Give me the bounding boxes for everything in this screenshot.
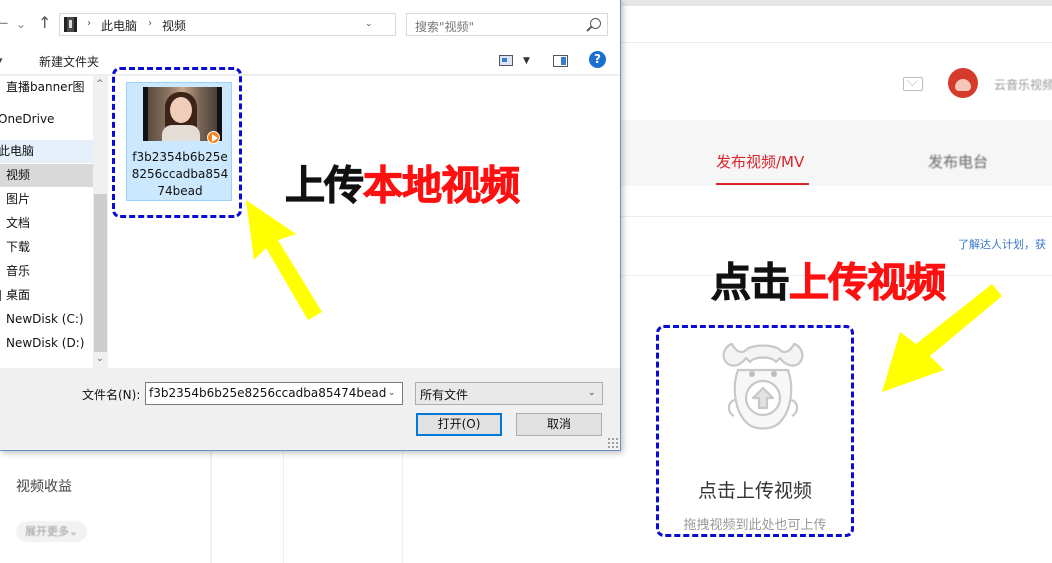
chevron-down-icon[interactable]: ▼ xyxy=(523,56,530,66)
upload-mascot-icon[interactable] xyxy=(718,336,808,432)
column-divider xyxy=(283,450,284,563)
search-input[interactable]: 搜索"视频" xyxy=(406,13,608,36)
resize-grip[interactable] xyxy=(607,437,618,448)
breadcrumb-videos[interactable]: 视频 xyxy=(162,17,186,34)
file-highlight-box xyxy=(112,67,242,218)
nav-item-onedrive[interactable]: OneDrive xyxy=(0,108,93,131)
nav-item-desktop[interactable]: 桌面 xyxy=(0,284,93,307)
expand-more-button[interactable]: 展开更多⌄ xyxy=(16,521,88,542)
nav-item-label: OneDrive xyxy=(0,112,55,126)
nav-item-label: NewDisk (C:) xyxy=(6,312,84,326)
folder-video-icon xyxy=(64,17,77,32)
chevron-down-icon[interactable]: ⌄ xyxy=(365,19,373,29)
filetype-value: 所有文件 xyxy=(420,388,469,402)
back-arrow-icon[interactable]: ← xyxy=(0,14,9,32)
nav-item-disk-c[interactable]: NewDisk (C:) xyxy=(0,308,93,331)
top-bar xyxy=(620,0,1052,6)
top-divider xyxy=(620,42,1052,43)
nav-item-label: NewDisk (D:) xyxy=(6,336,85,350)
cancel-button[interactable]: 取消 xyxy=(516,413,602,436)
nav-item-disk-d[interactable]: NewDisk (D:) xyxy=(0,332,93,355)
chevron-right-icon[interactable]: › xyxy=(148,18,152,29)
help-icon[interactable]: ? xyxy=(589,51,606,68)
annotation-text-red: 本地视频 xyxy=(363,163,521,210)
tab-active-indicator xyxy=(716,183,809,185)
dialog-footer xyxy=(0,368,620,450)
new-folder-button[interactable]: 新建文件夹 xyxy=(39,53,99,70)
learn-more-link[interactable]: 了解达人计划，获 xyxy=(958,236,1046,252)
chevron-up-icon[interactable]: ^ xyxy=(96,79,104,89)
nav-item-documents[interactable]: 文档 xyxy=(0,212,93,235)
arrow-to-file-icon xyxy=(246,200,322,320)
nav-item-banner[interactable]: 直播banner图 xyxy=(0,76,93,99)
tab-publish-radio[interactable]: 发布电台 xyxy=(928,151,988,172)
tab-publish-video[interactable]: 发布视频/MV xyxy=(716,151,804,172)
chevron-down-icon: ⌄ xyxy=(588,388,596,398)
filetype-select[interactable]: 所有文件 ⌄ xyxy=(415,382,603,405)
nav-item-label: 音乐 xyxy=(6,264,31,278)
view-icon[interactable] xyxy=(499,55,513,66)
user-name[interactable]: 云音乐视频 xyxy=(994,76,1052,93)
address-row: ← ⌄ ↑ › 此电脑 › 视频 ⌄ ↻ 搜索"视频" xyxy=(0,0,620,48)
nav-item-label: 此电脑 xyxy=(0,144,35,158)
nav-item-label: 视频 xyxy=(6,168,31,182)
annotation-text-black: 点击 xyxy=(711,260,791,307)
nav-divider xyxy=(210,450,212,563)
avatar[interactable] xyxy=(948,68,978,98)
chevron-down-icon[interactable]: ⌄ xyxy=(96,354,104,364)
upload-hint: 拖拽视频到此处也可上传 xyxy=(683,518,827,533)
chevron-down-icon[interactable]: ▾ xyxy=(0,56,3,66)
nav-item-videos[interactable]: 视频 xyxy=(0,164,93,187)
nav-scrollbar[interactable]: ^ ⌄ xyxy=(93,76,108,368)
filename-label: 文件名(N): xyxy=(82,388,141,402)
address-bar[interactable]: › 此电脑 › 视频 ⌄ ↻ xyxy=(59,13,449,36)
nav-item-label: 下载 xyxy=(6,240,31,254)
divider xyxy=(620,216,1052,217)
nav-item-pictures[interactable]: 图片 xyxy=(0,188,93,211)
search-placeholder: 搜索"视频" xyxy=(415,20,475,34)
nav-item-label: 文档 xyxy=(6,216,31,230)
mail-icon[interactable] xyxy=(903,77,923,91)
tree-line xyxy=(0,290,1,301)
upload-label[interactable]: 点击上传视频 xyxy=(656,476,854,503)
filename-input[interactable]: f3b2354b6b25e8256ccadba85474bead ⌄ xyxy=(145,382,403,405)
preview-pane-icon[interactable] xyxy=(553,55,568,67)
navigation-pane: 直播banner图 OneDrive 此电脑 视频 图片 文档 下载 音乐 桌面… xyxy=(0,76,93,368)
breadcrumb-this-pc[interactable]: 此电脑 xyxy=(101,17,137,34)
scrollbar-thumb[interactable] xyxy=(94,194,107,352)
open-button[interactable]: 打开(O) xyxy=(416,413,502,436)
chevron-down-icon[interactable]: ⌄ xyxy=(388,388,396,398)
column-divider xyxy=(402,450,403,563)
nav-item-label: 桌面 xyxy=(6,288,31,302)
up-arrow-icon[interactable]: ↑ xyxy=(38,13,51,32)
nav-item-downloads[interactable]: 下载 xyxy=(0,236,93,259)
left-nav xyxy=(0,450,210,563)
forward-arrow-icon[interactable]: ⌄ xyxy=(16,17,26,31)
chevron-right-icon[interactable]: › xyxy=(87,18,91,29)
filename-value: f3b2354b6b25e8256ccadba85474bead xyxy=(149,386,387,400)
search-icon[interactable] xyxy=(590,18,601,29)
nav-item-music[interactable]: 音乐 xyxy=(0,260,93,283)
nav-item-label: 图片 xyxy=(6,192,31,206)
nav-item-video-revenue[interactable]: 视频收益 xyxy=(16,476,72,496)
nav-item-label: 直播banner图 xyxy=(6,80,85,94)
command-bar: ▾ 新建文件夹 ▼ ? xyxy=(0,48,620,75)
arrow-to-upload-icon xyxy=(882,284,1002,392)
nav-item-this-pc[interactable]: 此电脑 xyxy=(0,140,93,163)
